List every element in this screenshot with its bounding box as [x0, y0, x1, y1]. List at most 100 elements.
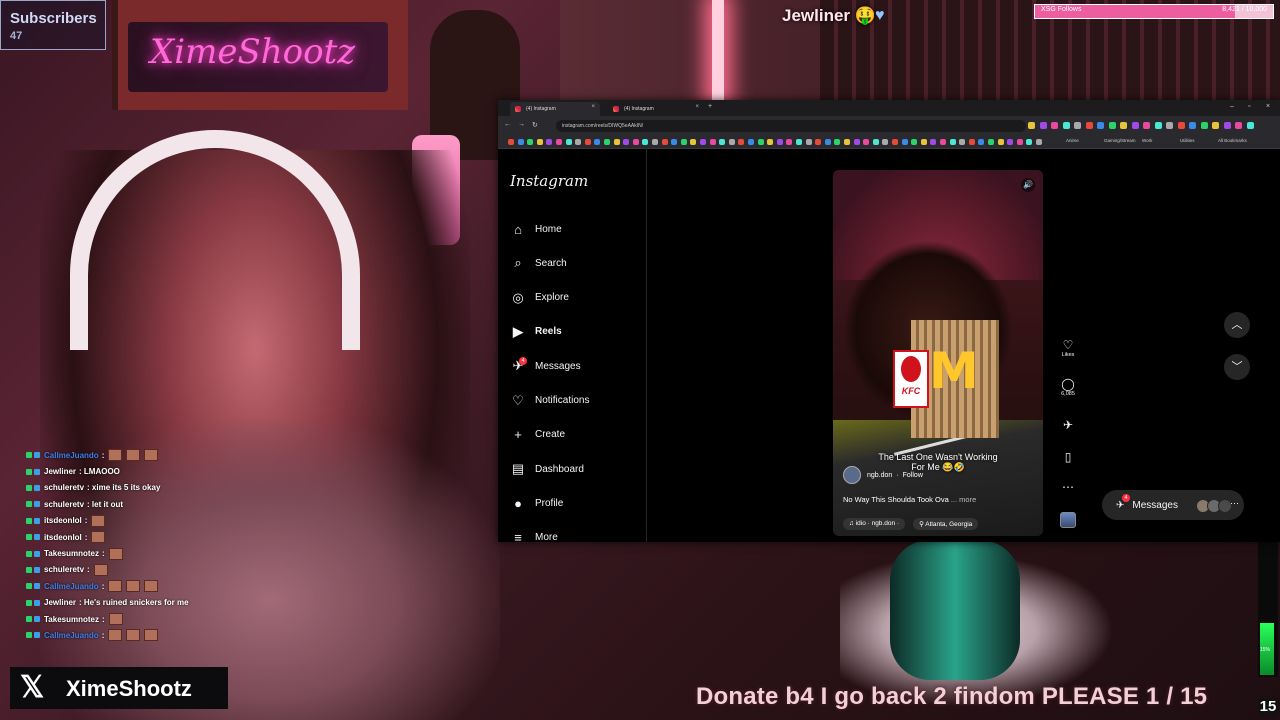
chat-username[interactable]: CallmeJuando: [44, 451, 99, 460]
nav-item-notifications[interactable]: ♡ Notifications: [510, 390, 589, 412]
extension-icon[interactable]: [1131, 122, 1139, 129]
extension-icon[interactable]: [1200, 122, 1208, 129]
bookmark-icon[interactable]: [584, 139, 591, 145]
chat-username[interactable]: CallmeJuando: [44, 582, 99, 591]
url-field[interactable]: instagram.com/reels/DIWQ5eAAkIN/: [556, 120, 1026, 132]
extension-icon[interactable]: [1062, 122, 1070, 129]
author-avatar[interactable]: [843, 466, 861, 484]
bookmark-icon[interactable]: [892, 139, 898, 145]
extension-icon[interactable]: [1166, 122, 1173, 129]
bookmark-icon[interactable]: [978, 139, 985, 145]
ellipsis-icon[interactable]: ⋯: [1230, 498, 1239, 509]
bookmark-icon[interactable]: [613, 139, 620, 145]
extension-icon[interactable]: [1120, 122, 1127, 129]
bookmark-icon[interactable]: [776, 139, 783, 145]
bookmark-icon[interactable]: [632, 139, 639, 145]
nav-item-create[interactable]: + Create: [510, 424, 565, 446]
bookmark-icon[interactable]: [988, 139, 994, 145]
bookmark-icon[interactable]: [863, 139, 870, 145]
bookmark-icon[interactable]: [556, 139, 562, 145]
minimize-icon[interactable]: –: [1230, 103, 1234, 110]
bookmark-icon[interactable]: [604, 139, 610, 145]
like-button[interactable]: ♡ Likes: [1060, 338, 1076, 358]
bookmark-icon[interactable]: [949, 139, 956, 145]
chat-username[interactable]: Takesumnotez: [44, 549, 99, 558]
extension-icon[interactable]: [1074, 122, 1081, 129]
location-pill[interactable]: ⚲ Atlanta, Georgia: [913, 518, 979, 530]
bookmark-icon[interactable]: [661, 139, 668, 145]
chat-username[interactable]: schuleretv: [44, 565, 84, 574]
bookmark-icon[interactable]: [527, 139, 534, 145]
comment-button[interactable]: ◯ 6,085: [1060, 377, 1076, 397]
chat-username[interactable]: itsdeonlol: [44, 533, 82, 542]
nav-item-home[interactable]: ⌂ Home: [510, 218, 562, 240]
maximize-icon[interactable]: ▫: [1248, 103, 1250, 110]
reel-video[interactable]: M KFC 🔊 The Last One Wasn't Working For …: [833, 170, 1043, 536]
bookmark-icon[interactable]: [757, 139, 764, 145]
chat-username[interactable]: schuleretv: [44, 483, 84, 492]
nav-item-reels[interactable]: ▶ Reels: [510, 321, 562, 343]
bookmark-icon[interactable]: [911, 139, 918, 145]
bookmark-icon[interactable]: [536, 139, 543, 145]
close-tab-icon[interactable]: ×: [591, 104, 595, 110]
extension-icon[interactable]: [1143, 122, 1150, 129]
nav-item-more[interactable]: ≡ More: [510, 527, 558, 549]
bookmark-icon[interactable]: [738, 139, 745, 145]
bookmark-folder[interactable]: Gaming/Stream: [1104, 138, 1136, 143]
extension-icon[interactable]: [1246, 122, 1254, 129]
volume-icon[interactable]: 🔊: [1021, 178, 1035, 192]
extension-icon[interactable]: [1154, 122, 1162, 129]
bookmark-icon[interactable]: [690, 139, 697, 145]
bookmark-folder[interactable]: Utilities: [1180, 138, 1195, 143]
extension-icon[interactable]: [1097, 122, 1104, 129]
new-tab-icon[interactable]: +: [708, 103, 712, 110]
chat-username[interactable]: Jewliner: [44, 598, 76, 607]
bookmark-folder[interactable]: Anime: [1066, 138, 1079, 143]
bookmark-icon[interactable]: [623, 139, 630, 145]
bookmark-icon[interactable]: [728, 139, 735, 145]
close-window-icon[interactable]: ×: [1266, 103, 1270, 110]
extension-icon[interactable]: [1189, 122, 1196, 129]
bookmark-icon[interactable]: [680, 139, 687, 145]
bookmark-icon[interactable]: [642, 139, 649, 145]
bookmark-icon[interactable]: [824, 139, 831, 145]
nav-item-search[interactable]: ⌕ Search: [510, 252, 566, 274]
chat-username[interactable]: schuleretv: [44, 500, 84, 509]
bookmark-icon[interactable]: [930, 139, 937, 145]
more-link[interactable]: ... more: [951, 495, 976, 504]
back-icon[interactable]: ←: [504, 121, 511, 128]
nav-item-dashboard[interactable]: ▤ Dashboard: [510, 458, 584, 480]
bookmark-icon[interactable]: [709, 139, 716, 145]
bookmark-icon[interactable]: [796, 139, 802, 145]
browser-tab-1[interactable]: (4) Instagram ×: [510, 102, 600, 116]
bookmark-icon[interactable]: [920, 139, 927, 145]
chat-username[interactable]: itsdeonlol: [44, 516, 82, 525]
bookmark-icon[interactable]: [1036, 139, 1042, 145]
audio-pill[interactable]: ♫ idio · ngb.don ·: [843, 518, 906, 530]
bookmark-icon[interactable]: [575, 139, 582, 145]
chat-username[interactable]: CallmeJuando: [44, 631, 99, 640]
bookmark-icon[interactable]: [882, 139, 889, 145]
extension-icon[interactable]: [1108, 122, 1116, 129]
bookmark-icon[interactable]: [997, 139, 1004, 145]
previous-reel-button[interactable]: ︿: [1224, 312, 1250, 338]
bookmark-icon[interactable]: [959, 139, 966, 145]
extension-icon[interactable]: [1085, 122, 1093, 129]
extension-icon[interactable]: [1235, 122, 1242, 129]
save-button[interactable]: ▯: [1060, 450, 1076, 464]
extension-icon[interactable]: [1177, 122, 1185, 129]
bookmark-icon[interactable]: [940, 139, 946, 145]
bookmark-icon[interactable]: [748, 139, 754, 145]
bookmark-icon[interactable]: [719, 139, 726, 145]
bookmark-icon[interactable]: [1007, 139, 1014, 145]
bookmark-icon[interactable]: [671, 139, 678, 145]
bookmark-icon[interactable]: [853, 139, 860, 145]
extension-icon[interactable]: [1039, 122, 1047, 129]
bookmark-icon[interactable]: [1026, 139, 1033, 145]
bookmark-icon[interactable]: [565, 139, 572, 145]
bookmark-icon[interactable]: [786, 139, 793, 145]
more-options-button[interactable]: ⋯: [1060, 480, 1076, 494]
instagram-logo[interactable]: Instagram: [510, 172, 588, 190]
bookmark-icon[interactable]: [652, 139, 658, 145]
messages-pill[interactable]: ✈ 4 Messages ⋯: [1102, 490, 1244, 520]
